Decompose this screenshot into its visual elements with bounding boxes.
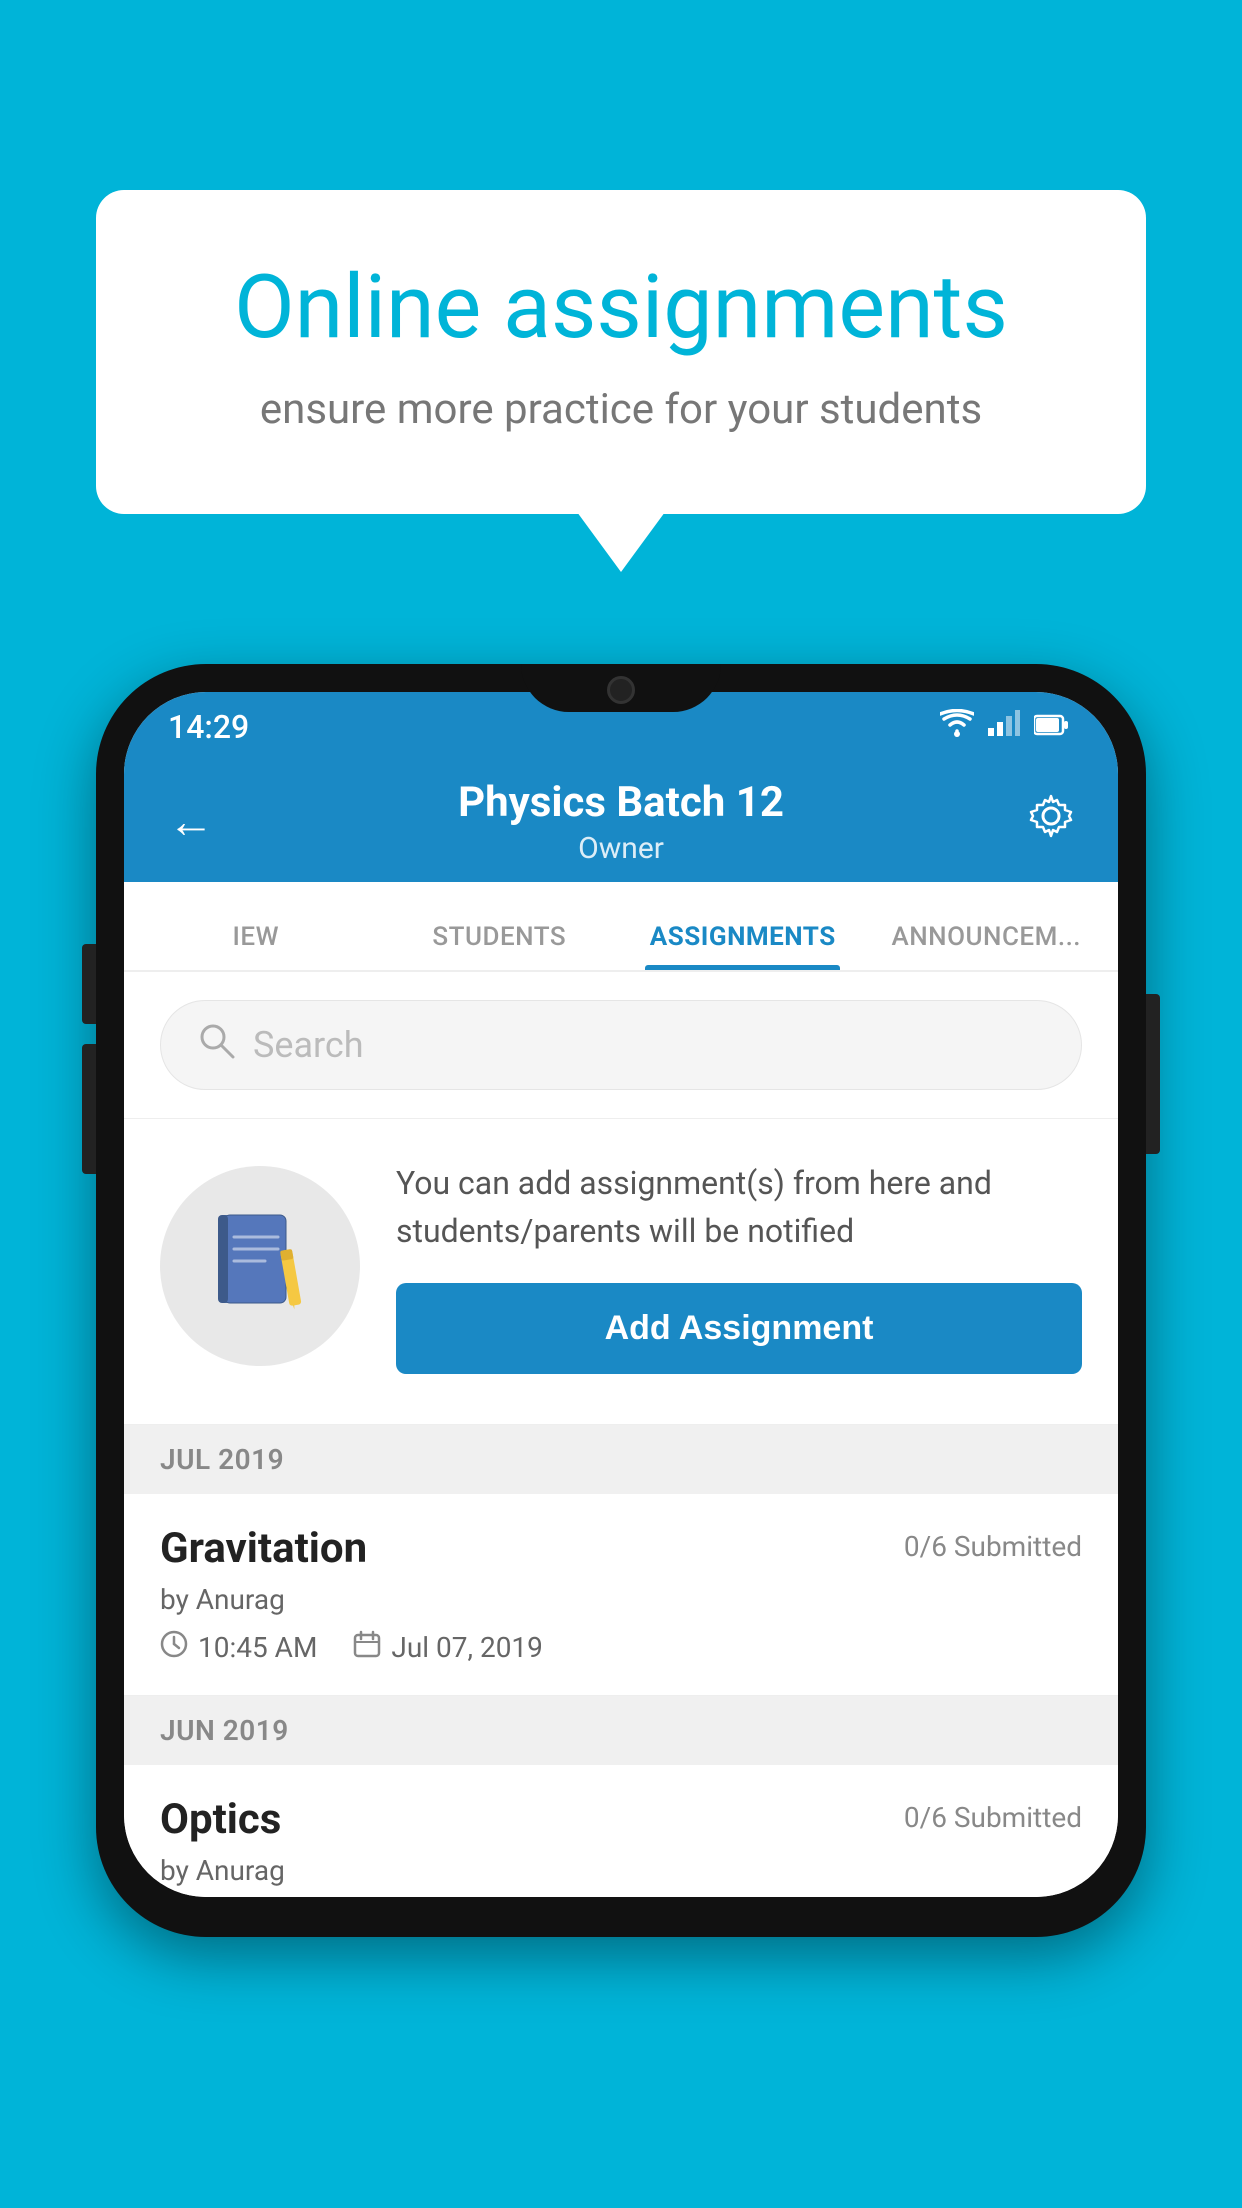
app-header: ← Physics Batch 12 Owner (124, 762, 1118, 882)
add-assignment-button[interactable]: Add Assignment (396, 1283, 1082, 1374)
section-header-jun2019: JUN 2019 (124, 1696, 1118, 1765)
assignment-promo-block: You can add assignment(s) from here and … (124, 1119, 1118, 1425)
search-icon (197, 1021, 235, 1069)
status-icons (940, 709, 1068, 745)
tab-students[interactable]: STUDENTS (378, 922, 622, 970)
calendar-icon (353, 1630, 381, 1665)
tabs-bar: IEW STUDENTS ASSIGNMENTS ANNOUNCEM... (124, 882, 1118, 972)
section-label-jun2019: JUN 2019 (160, 1714, 289, 1747)
section-header-jul2019: JUL 2019 (124, 1425, 1118, 1494)
header-center: Physics Batch 12 Owner (458, 778, 784, 866)
date-value-gravitation: Jul 07, 2019 (391, 1631, 543, 1664)
assignment-details-gravitation: 10:45 AM Jul 07, 2019 (160, 1630, 1082, 1665)
detail-date-gravitation: Jul 07, 2019 (353, 1630, 543, 1665)
promo-card: Online assignments ensure more practice … (96, 190, 1146, 514)
assignment-name-gravitation: Gravitation (160, 1524, 367, 1573)
assignment-item-gravitation[interactable]: Gravitation 0/6 Submitted by Anurag (124, 1494, 1118, 1696)
search-input-wrap[interactable]: Search (160, 1000, 1082, 1090)
settings-gear-icon[interactable] (1028, 793, 1074, 851)
side-btn-right (1146, 994, 1160, 1154)
status-time: 14:29 (168, 708, 249, 746)
back-button[interactable]: ← (168, 794, 214, 849)
signal-icon (988, 710, 1020, 743)
assignment-top-optics: Optics 0/6 Submitted (160, 1795, 1082, 1844)
time-value-gravitation: 10:45 AM (198, 1631, 317, 1664)
assignment-by-gravitation: by Anurag (160, 1583, 1082, 1616)
tab-iew[interactable]: IEW (134, 922, 378, 970)
side-btn-left (82, 944, 96, 1024)
tab-announcements[interactable]: ANNOUNCEM... (865, 922, 1109, 970)
battery-icon (1034, 710, 1068, 743)
wifi-icon (940, 709, 974, 745)
clock-icon (160, 1630, 188, 1665)
header-title: Physics Batch 12 (458, 778, 784, 827)
search-input[interactable]: Search (253, 1024, 364, 1066)
side-btn-left2 (82, 1044, 96, 1174)
promo-right: You can add assignment(s) from here and … (396, 1159, 1082, 1374)
tab-assignments[interactable]: ASSIGNMENTS (621, 922, 865, 970)
phone-outer: 14:29 (96, 664, 1146, 1937)
header-subtitle: Owner (458, 831, 784, 866)
search-container: Search (124, 972, 1118, 1119)
assignment-item-optics[interactable]: Optics 0/6 Submitted by Anurag (124, 1765, 1118, 1897)
promo-subtitle: ensure more practice for your students (176, 385, 1066, 434)
assignment-by-optics: by Anurag (160, 1854, 1082, 1887)
assignment-icon-circle (160, 1166, 360, 1366)
phone-mockup: 14:29 (96, 664, 1146, 1937)
assignment-top: Gravitation 0/6 Submitted (160, 1524, 1082, 1573)
section-label-jul2019: JUL 2019 (160, 1443, 284, 1476)
detail-time-gravitation: 10:45 AM (160, 1630, 317, 1665)
promo-title: Online assignments (176, 260, 1066, 357)
phone-screen: 14:29 (124, 692, 1118, 1897)
assignment-submitted-optics: 0/6 Submitted (904, 1801, 1082, 1834)
camera-dot (607, 676, 635, 704)
promo-description: You can add assignment(s) from here and … (396, 1159, 1082, 1255)
assignment-name-optics: Optics (160, 1795, 281, 1844)
assignment-submitted-gravitation: 0/6 Submitted (904, 1530, 1082, 1563)
